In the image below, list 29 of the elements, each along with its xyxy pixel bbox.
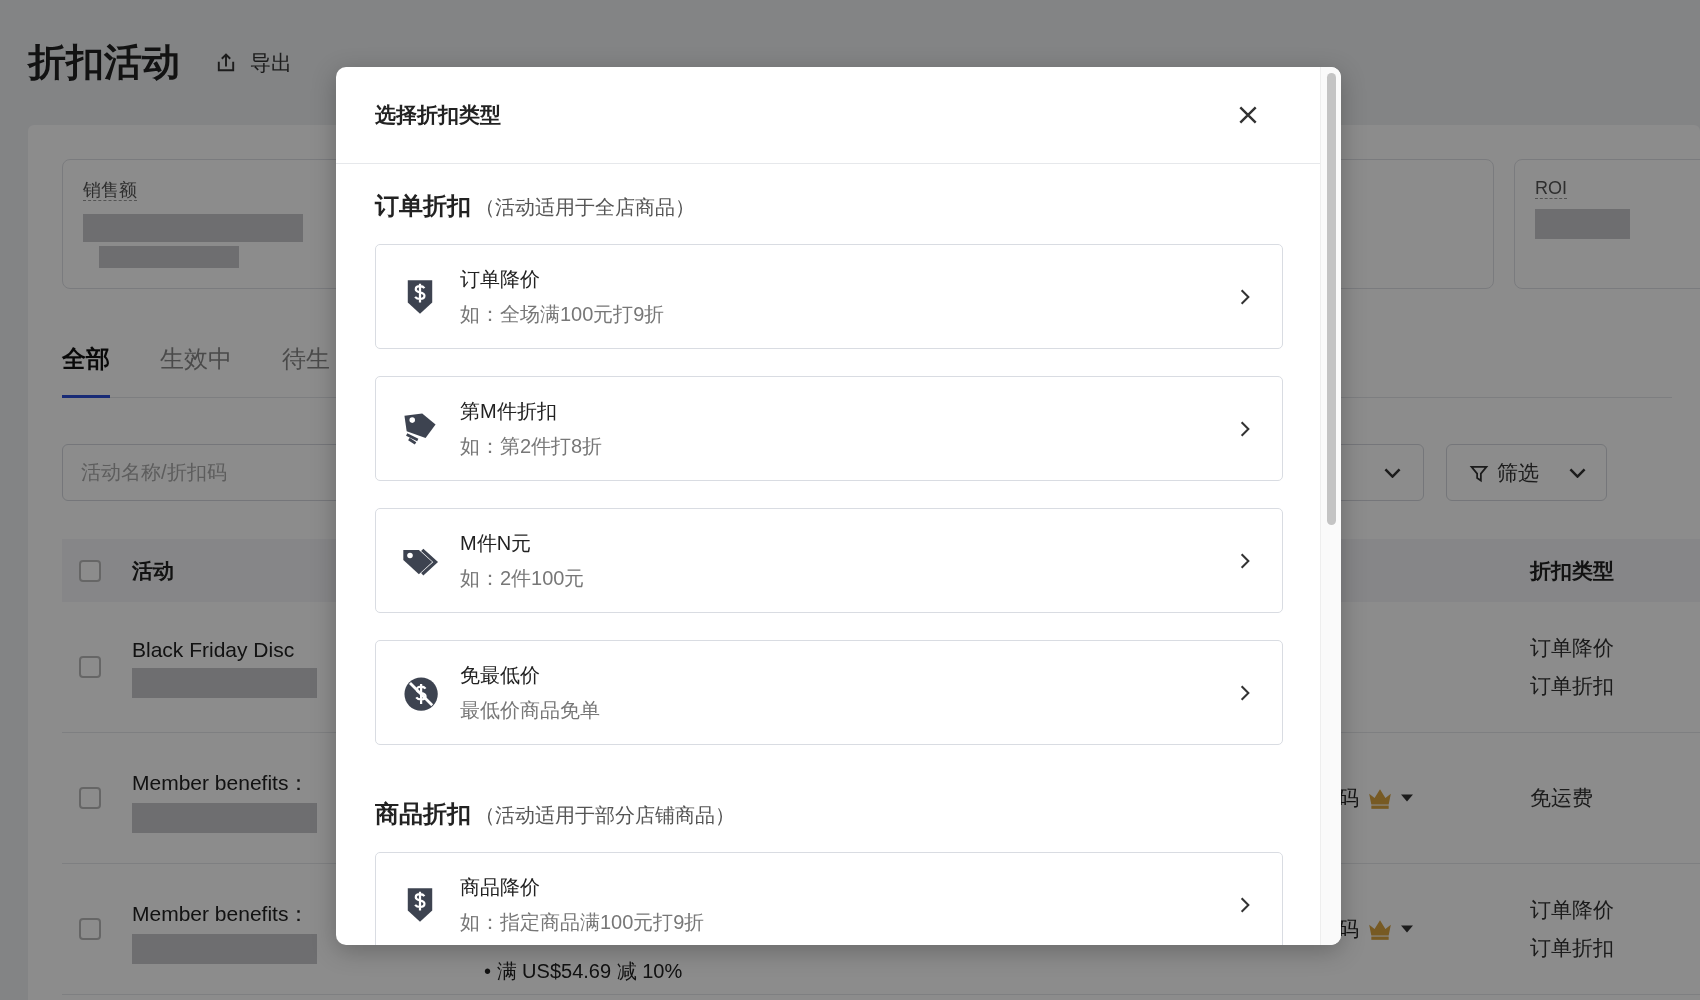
- stat-label: ROI: [1535, 178, 1567, 199]
- page-title: 折扣活动: [28, 40, 180, 85]
- option-description: 如：2件100元: [460, 565, 586, 591]
- section-heading: 订单折扣: [375, 191, 471, 221]
- activity-name: Black Friday Disc: [132, 638, 295, 662]
- discount-type: 订单折扣: [1530, 673, 1615, 699]
- activity-name: Member benefits：: [132, 770, 310, 796]
- discount-type: 订单降价: [1530, 897, 1615, 923]
- option-description: 如：全场满100元打9折: [460, 301, 666, 327]
- section-note: （活动适用于部分店铺商品）: [475, 803, 735, 828]
- option-title: 订单降价: [460, 266, 541, 292]
- option-title: 商品降价: [460, 874, 541, 900]
- section-heading: 商品折扣: [375, 799, 471, 829]
- column-header: 折扣类型: [1530, 558, 1614, 582]
- section-note: （活动适用于全店商品）: [475, 195, 695, 220]
- discount-type: 订单折扣: [1530, 935, 1615, 961]
- option-description: 如：第2件打8折: [460, 433, 604, 459]
- option-title: M件N元: [460, 530, 533, 556]
- discount-type: 免运费: [1530, 785, 1594, 811]
- discount-detail: • 满 US$54.69 减 10%: [484, 959, 683, 984]
- option-title: 第M件折扣: [460, 398, 558, 424]
- dialog-title: 选择折扣类型: [375, 102, 501, 128]
- stat-label: 销售额: [83, 180, 137, 201]
- discount-type: 订单降价: [1530, 635, 1615, 661]
- option-description: 最低价商品免单: [460, 697, 601, 723]
- column-header: 活动: [132, 557, 174, 584]
- option-description: 如：指定商品满100元打9折: [460, 909, 706, 935]
- option-title: 免最低价: [460, 662, 541, 688]
- activity-name: Member benefits：: [132, 901, 310, 927]
